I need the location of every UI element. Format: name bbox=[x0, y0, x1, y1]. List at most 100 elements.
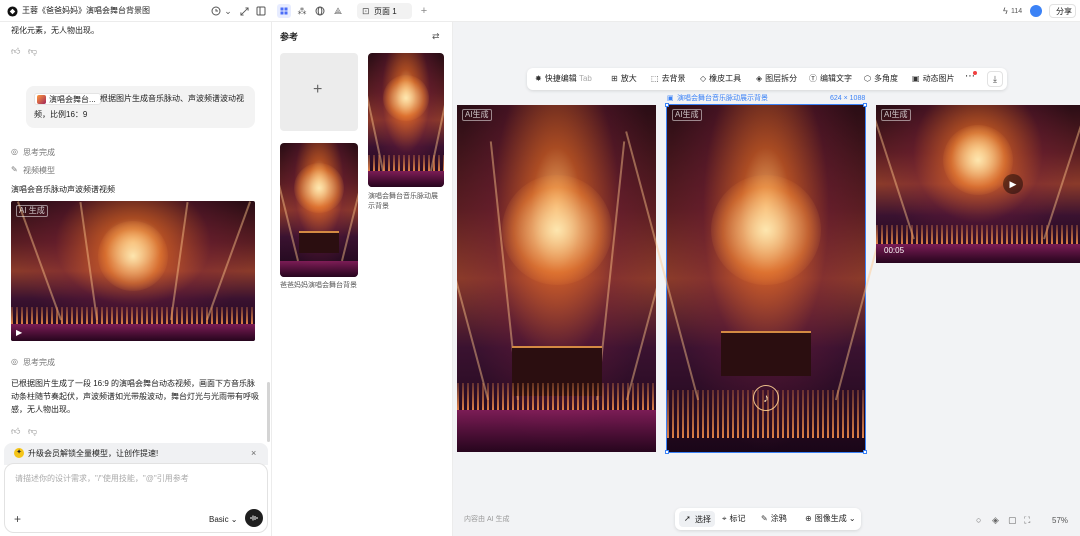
select-label: 选择 bbox=[695, 515, 711, 524]
layer-split-button[interactable]: ◈ 图层拆分 bbox=[756, 74, 797, 84]
edit-text-label: 编辑文字 bbox=[820, 74, 852, 83]
add-reference-button[interactable]: + bbox=[280, 53, 358, 131]
video-model-label[interactable]: 视频模型 bbox=[23, 164, 55, 177]
zoom-level[interactable]: 57% bbox=[1052, 516, 1068, 525]
thumbs-up-icon[interactable]: 👍︎ bbox=[11, 46, 20, 56]
nodes-icon[interactable]: ⁂ bbox=[296, 5, 308, 17]
avatar[interactable] bbox=[1030, 5, 1042, 17]
image-generate-button[interactable]: ⊕ 图像生成 ⌄ bbox=[805, 514, 856, 524]
mode-select[interactable]: Basic ⌄ bbox=[209, 515, 238, 525]
chat-scrollbar[interactable] bbox=[267, 382, 270, 442]
remove-bg-icon: ⬚ bbox=[651, 74, 659, 83]
upgrade-banner[interactable]: ✦ 升级会员解锁全量模型，让创作提速! × bbox=[4, 443, 268, 465]
design-canvas[interactable]: ✸ 快捷编辑 Tab ⊞ 放大 ⬚ 去背景 ◇ 橡皮工具 ◈ 图层拆分 Ⓣ 编辑文字 ⬡ 多角… bbox=[453, 22, 1080, 536]
quick-edit-button[interactable]: ✸ 快捷编辑 Tab bbox=[535, 74, 592, 84]
reference-image-music[interactable] bbox=[368, 53, 444, 187]
ai-generated-badge: AI生成 bbox=[462, 109, 492, 121]
thinking-status[interactable]: 思考完成 bbox=[23, 356, 55, 369]
grid-view-button[interactable] bbox=[277, 4, 291, 18]
mark-tool-button[interactable]: ⌖ 标记 bbox=[722, 514, 746, 524]
sidebar-toggle-icon[interactable] bbox=[255, 5, 267, 17]
result-video-thumbnail[interactable]: AI 生成 ▶ bbox=[11, 201, 255, 341]
image-toolbar: ✸ 快捷编辑 Tab ⊞ 放大 ⬚ 去背景 ◇ 橡皮工具 ◈ 图层拆分 Ⓣ 编辑文字 ⬡ 多角… bbox=[527, 68, 1007, 90]
tab-page-1[interactable]: ⊡ 页面 1 bbox=[357, 3, 412, 19]
reference-panel: 参考 ⇄ + 演唱会舞台音乐脉动展示背景 爸爸妈妈演唱会舞台背景 bbox=[272, 22, 453, 536]
thumbs-down-icon[interactable]: 👎︎ bbox=[28, 426, 37, 436]
bulb-icon: ◎ bbox=[11, 147, 18, 156]
upscale-button[interactable]: ⊞ 放大 bbox=[611, 74, 637, 84]
resize-handle[interactable] bbox=[665, 103, 669, 107]
layers-icon[interactable]: ◈ bbox=[992, 515, 999, 525]
canvas-image-1[interactable]: AI生成 bbox=[457, 105, 656, 452]
share-network-icon[interactable]: ⟁ bbox=[332, 5, 344, 17]
eraser-label: 橡皮工具 bbox=[709, 74, 742, 83]
star-icon: ✦ bbox=[14, 448, 24, 458]
quick-edit-label: 快捷编辑 bbox=[544, 74, 577, 83]
play-button[interactable]: ▶ bbox=[1003, 174, 1023, 194]
multi-angle-button[interactable]: ⬡ 多角度 bbox=[864, 74, 898, 84]
thumbs-up-icon[interactable]: 👍︎ bbox=[11, 426, 20, 436]
close-icon[interactable]: × bbox=[251, 448, 256, 458]
lightning-icon: ϟ bbox=[1003, 6, 1008, 16]
prompt-placeholder[interactable]: 请描述你的设计需求，"/"使用技能，"@"引用参考 bbox=[15, 474, 189, 484]
globe-icon[interactable] bbox=[314, 5, 326, 17]
circle-icon[interactable]: ○ bbox=[976, 515, 981, 525]
thumbs-down-icon[interactable]: 👎︎ bbox=[28, 46, 37, 56]
image-generate-label: 图像生成 bbox=[814, 514, 847, 523]
history-icon[interactable] bbox=[210, 5, 222, 17]
reference-chip[interactable]: 演唱会舞台... bbox=[34, 93, 101, 105]
project-title[interactable]: 王蓉《爸爸妈妈》演唱会舞台背景图 bbox=[22, 6, 150, 16]
reference-thumbnail bbox=[37, 95, 46, 104]
add-attachment-icon[interactable]: + bbox=[14, 513, 21, 525]
resize-handle[interactable] bbox=[863, 103, 867, 107]
fit-icon[interactable]: ⛶ bbox=[1024, 515, 1030, 525]
ai-generated-badge: AI 生成 bbox=[16, 205, 48, 217]
edit-text-button[interactable]: Ⓣ 编辑文字 bbox=[809, 74, 852, 84]
stage-glow bbox=[294, 163, 344, 213]
remove-background-button[interactable]: ⬚ 去背景 bbox=[651, 74, 686, 84]
voice-send-button[interactable] bbox=[245, 509, 263, 527]
eraser-icon: ◇ bbox=[700, 74, 707, 83]
sparkle-icon: ✸ bbox=[535, 74, 542, 83]
chevron-down-icon[interactable]: ⌄ bbox=[222, 5, 234, 17]
ai-disclaimer: 内容由 AI 生成 bbox=[464, 516, 510, 523]
motion-image-button[interactable]: ▣ 动态图片 bbox=[912, 74, 955, 84]
page-icon: ⊡ bbox=[362, 6, 370, 16]
equalizer-bars bbox=[876, 225, 1080, 245]
share-button[interactable]: 分享 bbox=[1049, 4, 1076, 18]
frame-icon[interactable]: ▢ bbox=[1008, 515, 1017, 525]
stage-floor bbox=[876, 244, 1080, 263]
resize-handle[interactable] bbox=[665, 450, 669, 454]
mark-label: 标记 bbox=[729, 514, 746, 523]
eraser-button[interactable]: ◇ 橡皮工具 bbox=[700, 74, 741, 84]
light-beam bbox=[280, 150, 300, 262]
notification-dot bbox=[973, 71, 977, 75]
brush-tool-button[interactable]: ✎ 涂鸦 bbox=[761, 514, 787, 524]
light-beam bbox=[626, 131, 656, 401]
equalizer-bars bbox=[368, 154, 444, 171]
add-page-icon[interactable]: + bbox=[418, 5, 430, 17]
stage-floor bbox=[280, 260, 358, 277]
canvas-image-2-selected[interactable]: ♪ AI生成 bbox=[624, 103, 910, 454]
top-bar: 王蓉《爸爸妈妈》演唱会舞台背景图 ⌄ ⁂ ⟁ ⊡ 页面 1 + ϟ 114 分享 bbox=[0, 0, 1080, 22]
stage-glow bbox=[98, 221, 168, 291]
message-text: 视化元素，无人物出现。 bbox=[11, 26, 99, 35]
filter-icon[interactable]: ⇄ bbox=[432, 31, 440, 41]
canvas-video[interactable]: AI生成 ▶ 00:05 bbox=[876, 105, 1080, 263]
credits-count: 114 bbox=[1011, 8, 1023, 15]
summary-line-3: 感，无人物出现。 bbox=[11, 405, 75, 414]
ai-generated-badge: AI生成 bbox=[881, 109, 911, 121]
plus-icon: + bbox=[313, 81, 323, 98]
select-tool-button[interactable]: ➚ 选择 bbox=[679, 511, 715, 527]
app-logo-icon[interactable] bbox=[6, 5, 18, 17]
stage-floor bbox=[11, 324, 255, 341]
thinking-status[interactable]: 思考完成 bbox=[23, 146, 55, 159]
play-icon[interactable]: ▶ bbox=[16, 328, 22, 337]
expand-icon[interactable] bbox=[238, 5, 250, 17]
download-icon[interactable]: ⤓ bbox=[987, 71, 1003, 87]
stage-glow bbox=[711, 175, 821, 285]
prompt-input-box[interactable]: 请描述你的设计需求，"/"使用技能，"@"引用参考 + Basic ⌄ bbox=[4, 463, 268, 533]
resize-handle[interactable] bbox=[863, 450, 867, 454]
selected-image-label[interactable]: 演唱会舞台音乐脉动展示背景 bbox=[677, 94, 768, 103]
reference-image-stage[interactable] bbox=[280, 143, 358, 277]
